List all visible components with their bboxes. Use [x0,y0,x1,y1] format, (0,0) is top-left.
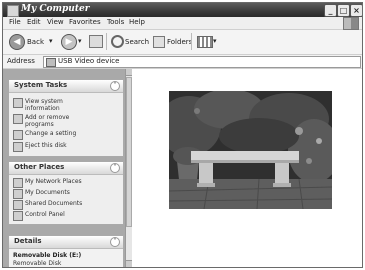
details-panel: Details ˄ Removable Disk (E:) Removable … [8,235,124,267]
address-bar: Address USB Video device [3,55,362,69]
task-pane-scrollbar[interactable] [125,69,132,267]
place-label: Control Panel [25,211,65,218]
add-remove-icon [13,114,23,124]
up-folder-icon[interactable] [89,35,103,48]
windows-logo-icon [343,17,359,30]
task-label: View system information [25,98,63,112]
toolbar: ◀ Back ▾ ▶ ▾ Search Folders ▾ [3,30,362,55]
task-label: Add or remove programs [25,114,70,128]
forward-dropdown-icon[interactable]: ▾ [78,37,82,45]
menu-bar: File Edit View Favorites Tools Help [3,17,362,30]
control-panel-icon [13,130,23,140]
menu-tools[interactable]: Tools [107,18,124,26]
system-tasks-header[interactable]: System Tasks ˄ [9,80,123,93]
menu-favorites[interactable]: Favorites [69,18,101,26]
control-panel-icon [13,211,23,221]
eject-icon [13,142,23,152]
usb-drive-icon [46,58,56,67]
details-header[interactable]: Details ˄ [9,236,123,249]
toolbar-separator [191,33,192,50]
folders-icon[interactable] [153,36,165,48]
collapse-chevron-icon[interactable]: ˄ [110,81,120,91]
search-icon[interactable] [111,35,124,48]
maximize-button[interactable]: □ [337,4,350,17]
my-computer-icon [7,5,19,17]
address-label: Address [7,57,35,65]
forward-arrow-icon[interactable]: ▶ [61,34,77,50]
toolbar-separator [106,33,107,50]
close-button[interactable]: × [350,4,362,17]
folders-button-label[interactable]: Folders [167,38,192,46]
folder-icon [13,200,23,210]
views-grid-icon[interactable] [197,36,213,48]
place-label: My Documents [25,189,70,196]
my-documents-icon [13,189,23,199]
bench-photo-thumbnail[interactable] [169,91,332,209]
minimize-button[interactable]: _ [324,4,337,17]
details-name: Removable Disk (E:) [13,252,82,259]
file-view [132,69,362,267]
task-pane: System Tasks ˄ View system information Ad… [3,69,131,267]
network-places-icon [13,178,23,188]
details-title: Details [14,237,42,245]
system-tasks-panel: System Tasks ˄ View system information Ad… [8,79,124,157]
task-label: Eject this disk [25,142,67,149]
address-field[interactable]: USB Video device [43,56,361,68]
menu-edit[interactable]: Edit [27,18,41,26]
other-places-title: Other Places [14,163,65,171]
back-dropdown-icon[interactable]: ▾ [49,37,53,45]
bench-photo-image [169,91,332,209]
place-label: My Network Places [25,178,82,185]
place-label: Shared Documents [25,200,83,207]
menu-file[interactable]: File [9,18,21,26]
window-title: My Computer [21,4,90,14]
system-tasks-title: System Tasks [14,81,68,89]
menu-view[interactable]: View [47,18,64,26]
menu-help[interactable]: Help [129,18,145,26]
views-dropdown-icon[interactable]: ▾ [213,37,217,45]
system-info-icon [13,98,23,108]
title-bar[interactable]: My Computer _ □ × [3,3,362,17]
back-arrow-icon[interactable]: ◀ [9,34,25,50]
other-places-panel: Other Places ˄ My Network Places My Docu… [8,161,124,225]
task-label: Change a setting [25,130,77,137]
back-button-label[interactable]: Back [27,38,44,46]
other-places-header[interactable]: Other Places ˄ [9,162,123,175]
search-button-label[interactable]: Search [125,38,149,46]
collapse-chevron-icon[interactable]: ˄ [110,237,120,247]
details-type: Removable Disk [13,260,62,267]
address-value[interactable]: USB Video device [58,57,119,65]
explorer-window: My Computer _ □ × File Edit View Favorit… [2,2,363,268]
collapse-chevron-icon[interactable]: ˄ [110,163,120,173]
